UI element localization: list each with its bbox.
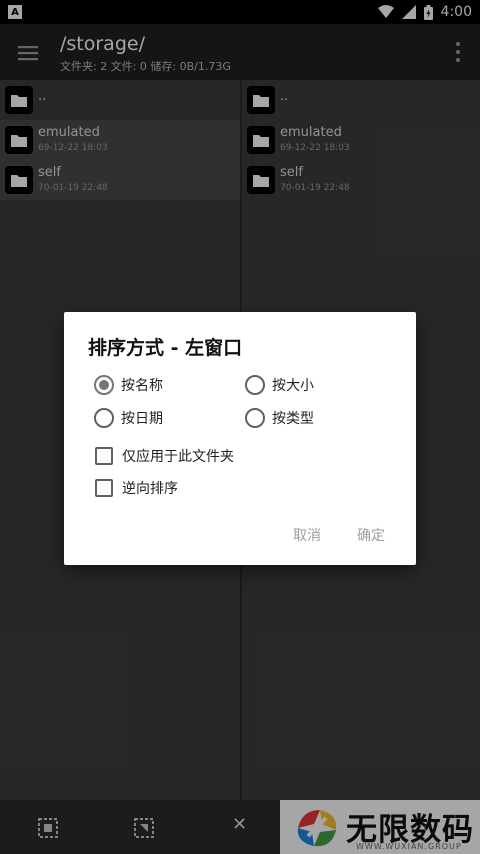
radio-unselected-icon[interactable]	[245, 408, 265, 428]
radio-unselected-icon[interactable]	[94, 408, 114, 428]
radio-selected-icon[interactable]	[94, 375, 114, 395]
cancel-button[interactable]: 取消	[293, 525, 321, 545]
checkbox-icon[interactable]	[95, 447, 113, 465]
ok-button[interactable]: 确定	[357, 525, 385, 545]
checkbox-icon[interactable]	[95, 479, 113, 497]
checkbox-reverse-order[interactable]: 逆向排序	[95, 478, 178, 498]
radio-unselected-icon[interactable]	[245, 375, 265, 395]
sort-dialog: 排序方式 - 左窗口 按名称 按大小 按日期 按类型 仅应用于此文件夹 逆向排序…	[64, 312, 416, 565]
checkbox-this-folder-only[interactable]: 仅应用于此文件夹	[95, 446, 234, 466]
radio-sort-by-type[interactable]: 按类型	[245, 408, 314, 428]
radio-sort-by-size[interactable]: 按大小	[245, 375, 314, 395]
radio-sort-by-name[interactable]: 按名称	[94, 375, 163, 395]
dialog-title: 排序方式 - 左窗口	[88, 337, 243, 359]
radio-sort-by-date[interactable]: 按日期	[94, 408, 163, 428]
